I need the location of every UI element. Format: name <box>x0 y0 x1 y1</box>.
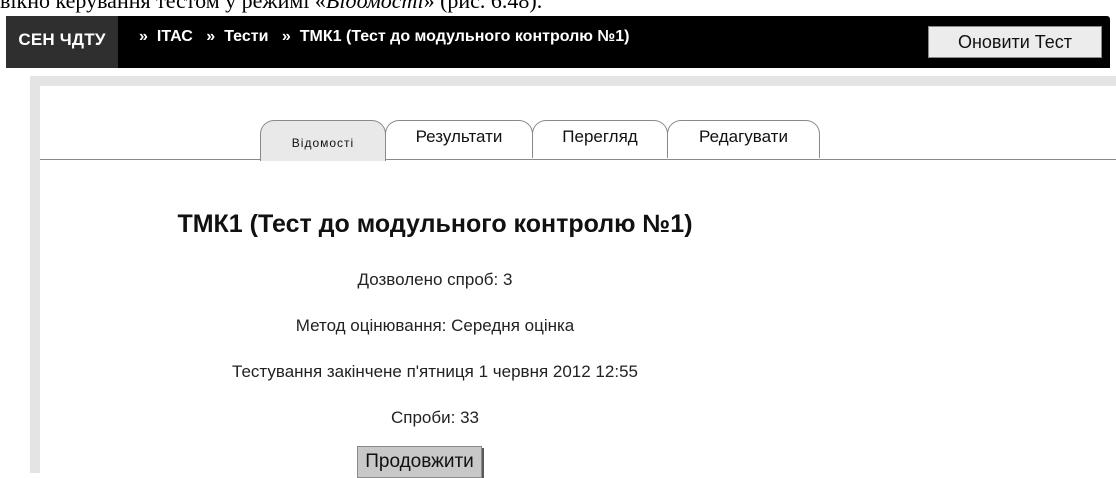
grading-method-text: Метод оцінювання: Середня оцінка <box>295 316 575 335</box>
breadcrumb-current-quiz: ТМК1 (Тест до модульного контролю №1) <box>299 28 630 45</box>
continue-button[interactable]: Продовжити <box>357 446 482 478</box>
breadcrumb: » ІТАС » Тести » ТМК1 (Тест до модульного к… <box>130 22 629 52</box>
main-content: Відомості Результати Перегляд Редагувати… <box>30 76 1116 478</box>
breadcrumb-separator: » <box>281 28 291 45</box>
breadcrumb-separator: » <box>139 28 148 45</box>
breadcrumb-tests-link[interactable]: Тести <box>224 28 268 45</box>
quiz-closed-text: Тестування закінчене п'ятниця 1 червня 2… <box>232 362 638 381</box>
home-link[interactable]: СЕН ЧДТУ <box>6 16 118 68</box>
navbar: СЕН ЧДТУ » ІТАС » Тести » ТМК1 (Тест до мод… <box>6 16 1110 68</box>
attempts-allowed-text: Дозволено спроб: 3 <box>357 270 513 289</box>
breadcrumb-separator: » <box>206 28 216 45</box>
quiz-title: ТМК1 (Тест до модульного контролю №1) <box>177 210 693 238</box>
tab-info[interactable]: Відомості <box>260 120 386 161</box>
document-caption: вікно керування тестом у режимі «Відомос… <box>0 0 1116 14</box>
attempts-count-text: Спроби: 33 <box>391 408 479 427</box>
tab-results[interactable]: Результати <box>385 120 533 158</box>
tab-preview[interactable]: Перегляд <box>532 120 668 158</box>
caption-mode: Відомості <box>325 0 424 13</box>
tabs-baseline <box>40 159 1116 160</box>
caption-prefix: вікно керування тестом у режимі « <box>0 0 326 13</box>
caption-suffix: » (рис. 6.48). <box>423 0 543 13</box>
update-quiz-button[interactable]: Оновити Тест <box>928 26 1102 58</box>
tab-edit[interactable]: Редагувати <box>667 120 820 158</box>
breadcrumb-itas-link[interactable]: ІТАС <box>157 28 193 45</box>
